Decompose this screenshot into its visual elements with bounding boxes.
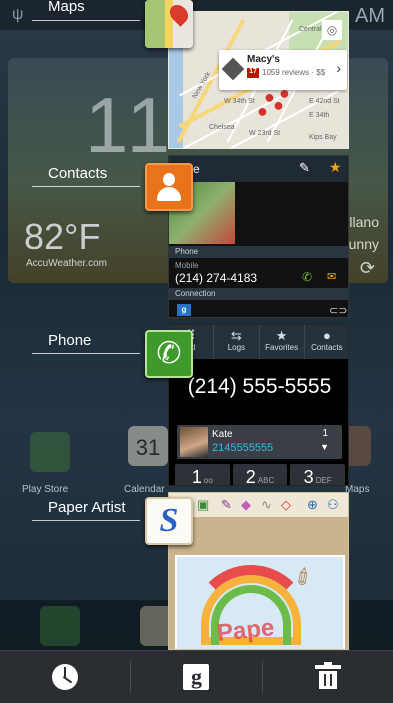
- trash-icon: [314, 662, 341, 689]
- eraser-icon: ◆: [241, 497, 251, 512]
- phone-type: Mobile: [175, 261, 199, 270]
- dial-keypad: 1 oo 2 ABC 3 DEF: [175, 464, 346, 485]
- map-label: W 34th St: [224, 98, 255, 105]
- widget-clock: 11: [85, 81, 174, 169]
- drawing-canvas: Pape ✐: [175, 555, 345, 649]
- contact-phone-number: (214) 274-4183: [175, 271, 258, 285]
- recent-thumbnail-contacts[interactable]: nnie ✎ ★ Phone Mobile (214) 274-4183 ✆ ✉…: [168, 155, 349, 318]
- widget-condition: unny: [348, 236, 379, 252]
- place-title: Macy's: [247, 54, 280, 65]
- rating-badge: 17: [247, 68, 259, 78]
- label-divider: [32, 353, 140, 354]
- key-2: 2 ABC: [232, 464, 288, 485]
- share-icon: ⚇: [327, 497, 339, 512]
- chevron-down-icon: ▼: [320, 442, 329, 452]
- recent-app-label-phone: Phone: [48, 332, 92, 349]
- matching-contact-number: 2145555555: [212, 442, 274, 454]
- refresh-icon: ⟳: [359, 258, 375, 278]
- recent-thumbnail-maps[interactable]: Central P New York W 34th St Chelsea W 2…: [168, 11, 349, 149]
- map-label: E 34th: [309, 112, 330, 119]
- google-search-button[interactable]: g: [131, 651, 261, 703]
- place-card: Macy's 17 1059 reviews · $$ ›: [219, 50, 347, 90]
- chevron-right-icon: ›: [336, 60, 341, 76]
- directions-icon: [221, 57, 245, 81]
- contact-avatar: [180, 427, 208, 457]
- label-divider: [32, 20, 140, 21]
- calendar-icon: 31: [128, 426, 168, 466]
- dialer-tabs: ⠿ad ⇆Logs ★Favorites ●Contacts: [169, 325, 348, 359]
- task-manager-icon: [52, 664, 79, 690]
- recent-app-label-contacts: Contacts: [48, 165, 108, 182]
- canvas-text: Pape: [215, 614, 276, 647]
- widget-temperature: 82°F: [24, 216, 101, 257]
- contacts-icon[interactable]: [145, 163, 193, 211]
- map-pin-icon: ●: [257, 101, 268, 121]
- google-account-icon: g: [177, 304, 191, 316]
- task-manager-button[interactable]: [0, 651, 130, 703]
- label-divider: [32, 520, 140, 521]
- message-icon: ✉: [327, 271, 337, 283]
- recent-thumbnail-phone[interactable]: ⠿ad ⇆Logs ★Favorites ●Contacts (214) 555…: [168, 324, 349, 486]
- section-phone: Phone: [169, 246, 348, 258]
- match-count: 1: [322, 428, 328, 439]
- contact-header: nnie ✎ ★: [169, 156, 348, 182]
- tab-logs: ⇆ Logs: [214, 325, 260, 359]
- matching-contact: Kate 2145555555 1 ▼: [177, 425, 342, 459]
- phone-icon[interactable]: ✆: [145, 330, 193, 378]
- usb-icon: ψ: [12, 6, 24, 23]
- brush-icon: ∿: [261, 497, 272, 512]
- google-maps-icon[interactable]: [145, 0, 193, 48]
- map-label: W 23rd St: [249, 130, 281, 137]
- label-divider: [32, 186, 140, 187]
- download-icon: ⊕: [307, 497, 318, 512]
- paper-artist-toolbar: ▣ ✎ ◆ ∿ ◇ ⊕ ⚇: [169, 493, 348, 517]
- recents-bottom-bar: g: [0, 650, 393, 703]
- recent-app-label-maps: Maps: [48, 0, 85, 15]
- map-label: E 42nd St: [309, 98, 340, 105]
- status-time: AM: [355, 5, 385, 27]
- recent-app-label-paper-artist: Paper Artist: [48, 499, 126, 516]
- map-label: Chelsea: [209, 124, 235, 131]
- key-3: 3 DEF: [290, 464, 346, 485]
- pen-icon: ✎: [221, 497, 232, 512]
- shape-icon: ◇: [281, 497, 291, 512]
- map-label: Kips Bay: [309, 134, 337, 141]
- my-location-icon: ◎: [322, 20, 342, 40]
- logs-icon: ⇆: [230, 328, 242, 343]
- paper-artist-icon[interactable]: S: [145, 497, 193, 545]
- edit-icon: ✎: [299, 160, 310, 175]
- person-icon: ●: [322, 328, 331, 343]
- widget-city: llano: [349, 214, 379, 230]
- home-app-label: Play Store: [22, 484, 69, 495]
- tab-favorites: ★ Favorites: [260, 325, 305, 359]
- link-icon: ⊂⊃: [329, 305, 348, 317]
- widget-brand: AccuWeather.com: [26, 258, 107, 269]
- remove-all-button[interactable]: [263, 651, 393, 703]
- home-app-label: Calendar: [124, 484, 165, 495]
- key-1: 1 oo: [175, 464, 230, 485]
- tab-contacts: ● Contacts: [305, 325, 348, 359]
- dialed-number: (214) 555-5555: [187, 375, 332, 398]
- star-icon: ★: [329, 159, 342, 175]
- call-icon: ✆: [302, 270, 313, 284]
- play-store-icon: [30, 432, 70, 472]
- star-icon: ★: [275, 328, 288, 343]
- section-connection: Connection: [169, 288, 348, 300]
- matching-contact-name: Kate: [212, 429, 233, 440]
- place-reviews: 1059 reviews · $$: [262, 68, 326, 77]
- recent-thumbnail-paper-artist[interactable]: ▣ ✎ ◆ ∿ ◇ ⊕ ⚇ Pape ✐: [168, 492, 349, 650]
- camera-icon: ▣: [197, 497, 210, 512]
- google-icon: g: [183, 664, 210, 690]
- dock-phone-icon: [40, 606, 80, 646]
